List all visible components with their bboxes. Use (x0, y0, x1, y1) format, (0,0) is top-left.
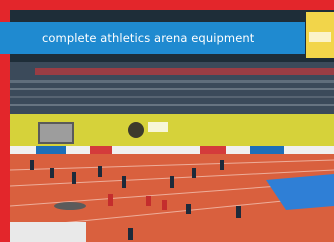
hurdle-equipment (54, 202, 86, 210)
stands-banner-strip (35, 68, 334, 75)
scoreboard (306, 12, 334, 58)
wall-sign (148, 122, 168, 132)
promo-frame: complete athletics arena equipment (0, 0, 334, 242)
caption-text: complete athletics arena equipment (42, 31, 255, 45)
mascot-figure (128, 122, 144, 138)
runway-panel (10, 222, 86, 242)
caption-banner: complete athletics arena equipment (0, 22, 305, 54)
